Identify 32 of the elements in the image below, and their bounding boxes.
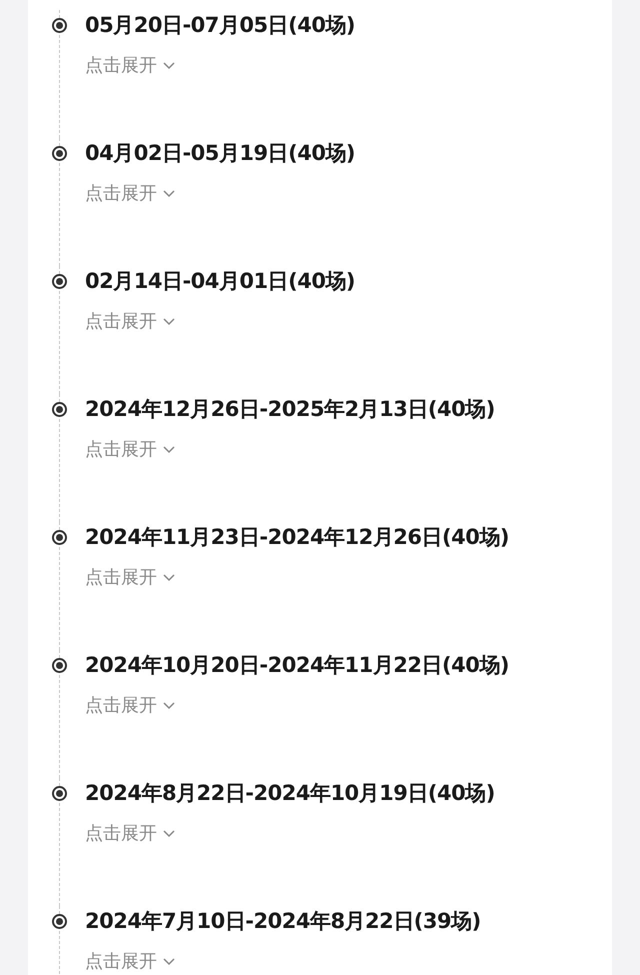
chevron-down-icon bbox=[163, 702, 175, 710]
chevron-down-icon bbox=[163, 446, 175, 454]
bullet-icon bbox=[52, 530, 67, 545]
chevron-down-icon bbox=[163, 574, 175, 582]
bullet-icon bbox=[52, 786, 67, 801]
bullet-icon bbox=[52, 18, 67, 33]
date-range-title: 2024年11月23日-2024年12月26日(40场) bbox=[85, 524, 509, 551]
expand-toggle[interactable]: 点击展开 bbox=[85, 949, 175, 975]
expand-toggle[interactable]: 点击展开 bbox=[85, 565, 175, 591]
date-range-title: 2024年8月22日-2024年10月19日(40场) bbox=[85, 780, 495, 807]
date-range-title: 05月20日-07月05日(40场) bbox=[85, 12, 356, 39]
expand-toggle[interactable]: 点击展开 bbox=[85, 53, 175, 79]
bullet-icon bbox=[52, 146, 67, 161]
chevron-down-icon bbox=[163, 958, 175, 966]
bullet-icon bbox=[52, 402, 67, 417]
bullet-icon bbox=[52, 274, 67, 289]
date-range-title: 2024年12月26日-2025年2月13日(40场) bbox=[85, 396, 495, 423]
chevron-down-icon bbox=[163, 830, 175, 838]
expand-toggle[interactable]: 点击展开 bbox=[85, 181, 175, 207]
chevron-down-icon bbox=[163, 190, 175, 198]
chevron-down-icon bbox=[163, 62, 175, 70]
bullet-icon bbox=[52, 914, 67, 929]
date-range-title: 2024年7月10日-2024年8月22日(39场) bbox=[85, 908, 481, 935]
date-range-title: 2024年10月20日-2024年11月22日(40场) bbox=[85, 652, 509, 679]
expand-toggle[interactable]: 点击展开 bbox=[85, 437, 175, 463]
expand-toggle[interactable]: 点击展开 bbox=[85, 821, 175, 847]
bullet-icon bbox=[52, 658, 67, 673]
date-range-title: 04月02日-05月19日(40场) bbox=[85, 140, 356, 167]
chevron-down-icon bbox=[163, 318, 175, 326]
date-range-title: 02月14日-04月01日(40场) bbox=[85, 268, 356, 295]
expand-toggle[interactable]: 点击展开 bbox=[85, 693, 175, 719]
expand-toggle[interactable]: 点击展开 bbox=[85, 309, 175, 335]
